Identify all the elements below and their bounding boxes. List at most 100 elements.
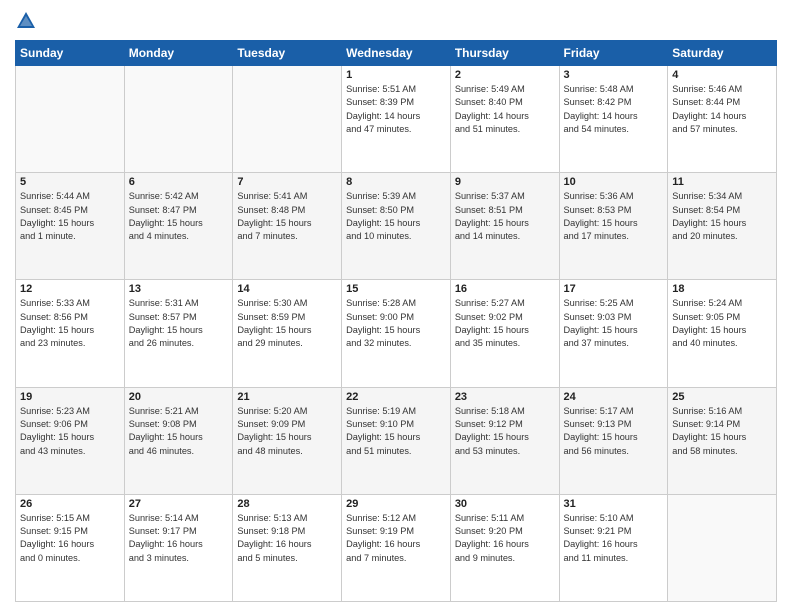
day-cell: 30 Sunrise: 5:11 AMSunset: 9:20 PMDayligh… (450, 494, 559, 601)
day-cell: 15 Sunrise: 5:28 AMSunset: 9:00 PMDayligh… (342, 280, 451, 387)
weekday-header-saturday: Saturday (668, 41, 777, 66)
day-info: Sunrise: 5:48 AMSunset: 8:42 PMDaylight:… (564, 83, 664, 136)
day-cell: 2Sunrise: 5:49 AMSunset: 8:40 PMDaylight… (450, 66, 559, 173)
day-cell: 3 Sunrise: 5:48 AMSunset: 8:42 PMDaylight… (559, 66, 668, 173)
weekday-header-row: SundayMondayTuesdayWednesdayThursdayFrid… (16, 41, 777, 66)
day-number: 13 (129, 283, 229, 295)
day-cell: 13Sunrise: 5:31 AMSunset: 8:57 PMDayligh… (124, 280, 233, 387)
day-info: Sunrise: 5:46 AMSunset: 8:44 PMDaylight:… (672, 83, 772, 136)
header (15, 10, 777, 32)
week-row-1: 5 Sunrise: 5:44 AMSunset: 8:45 PMDaylight… (16, 173, 777, 280)
day-info: Sunrise: 5:51 AMSunset: 8:39 PMDaylight:… (346, 83, 446, 136)
day-cell (124, 66, 233, 173)
day-info: Sunrise: 5:11 AMSunset: 9:20 PMDaylight:… (455, 512, 555, 565)
day-cell: 27Sunrise: 5:14 AMSunset: 9:17 PMDayligh… (124, 494, 233, 601)
day-cell: 17Sunrise: 5:25 AMSunset: 9:03 PMDayligh… (559, 280, 668, 387)
day-number: 9 (455, 176, 555, 188)
day-number: 5 (20, 176, 120, 188)
day-cell: 29 Sunrise: 5:12 AMSunset: 9:19 PMDayligh… (342, 494, 451, 601)
day-number: 29 (346, 498, 446, 510)
weekday-header-sunday: Sunday (16, 41, 125, 66)
day-info: Sunrise: 5:15 AMSunset: 9:15 PMDaylight:… (20, 512, 120, 565)
day-info: Sunrise: 5:44 AMSunset: 8:45 PMDaylight:… (20, 190, 120, 243)
day-info: Sunrise: 5:28 AMSunset: 9:00 PMDaylight:… (346, 297, 446, 350)
day-info: Sunrise: 5:34 AMSunset: 8:54 PMDaylight:… (672, 190, 772, 243)
day-cell: 10 Sunrise: 5:36 AMSunset: 8:53 PMDayligh… (559, 173, 668, 280)
day-number: 3 (564, 69, 664, 81)
day-cell: 24Sunrise: 5:17 AMSunset: 9:13 PMDayligh… (559, 387, 668, 494)
weekday-header-friday: Friday (559, 41, 668, 66)
day-cell: 26 Sunrise: 5:15 AMSunset: 9:15 PMDayligh… (16, 494, 125, 601)
day-info: Sunrise: 5:27 AMSunset: 9:02 PMDaylight:… (455, 297, 555, 350)
day-number: 8 (346, 176, 446, 188)
day-number: 30 (455, 498, 555, 510)
logo (15, 10, 41, 32)
day-cell: 25 Sunrise: 5:16 AMSunset: 9:14 PMDayligh… (668, 387, 777, 494)
day-cell (233, 66, 342, 173)
day-info: Sunrise: 5:16 AMSunset: 9:14 PMDaylight:… (672, 405, 772, 458)
week-row-2: 12 Sunrise: 5:33 AMSunset: 8:56 PMDayligh… (16, 280, 777, 387)
day-cell: 23 Sunrise: 5:18 AMSunset: 9:12 PMDayligh… (450, 387, 559, 494)
day-info: Sunrise: 5:13 AMSunset: 9:18 PMDaylight:… (237, 512, 337, 565)
day-cell: 21 Sunrise: 5:20 AMSunset: 9:09 PMDayligh… (233, 387, 342, 494)
day-number: 1 (346, 69, 446, 81)
day-info: Sunrise: 5:39 AMSunset: 8:50 PMDaylight:… (346, 190, 446, 243)
day-number: 15 (346, 283, 446, 295)
day-cell: 1 Sunrise: 5:51 AMSunset: 8:39 PMDaylight… (342, 66, 451, 173)
day-number: 22 (346, 391, 446, 403)
day-number: 7 (237, 176, 337, 188)
day-cell: 18 Sunrise: 5:24 AMSunset: 9:05 PMDayligh… (668, 280, 777, 387)
day-info: Sunrise: 5:37 AMSunset: 8:51 PMDaylight:… (455, 190, 555, 243)
weekday-header-tuesday: Tuesday (233, 41, 342, 66)
day-info: Sunrise: 5:12 AMSunset: 9:19 PMDaylight:… (346, 512, 446, 565)
day-number: 14 (237, 283, 337, 295)
day-number: 31 (564, 498, 664, 510)
day-cell: 16 Sunrise: 5:27 AMSunset: 9:02 PMDayligh… (450, 280, 559, 387)
day-number: 19 (20, 391, 120, 403)
weekday-header-monday: Monday (124, 41, 233, 66)
day-cell: 7 Sunrise: 5:41 AMSunset: 8:48 PMDaylight… (233, 173, 342, 280)
day-info: Sunrise: 5:19 AMSunset: 9:10 PMDaylight:… (346, 405, 446, 458)
week-row-3: 19 Sunrise: 5:23 AMSunset: 9:06 PMDayligh… (16, 387, 777, 494)
day-number: 11 (672, 176, 772, 188)
day-number: 28 (237, 498, 337, 510)
day-number: 6 (129, 176, 229, 188)
day-cell: 12 Sunrise: 5:33 AMSunset: 8:56 PMDayligh… (16, 280, 125, 387)
day-info: Sunrise: 5:23 AMSunset: 9:06 PMDaylight:… (20, 405, 120, 458)
day-info: Sunrise: 5:17 AMSunset: 9:13 PMDaylight:… (564, 405, 664, 458)
day-cell: 6 Sunrise: 5:42 AMSunset: 8:47 PMDaylight… (124, 173, 233, 280)
day-number: 23 (455, 391, 555, 403)
day-number: 10 (564, 176, 664, 188)
week-row-4: 26 Sunrise: 5:15 AMSunset: 9:15 PMDayligh… (16, 494, 777, 601)
day-cell: 9 Sunrise: 5:37 AMSunset: 8:51 PMDaylight… (450, 173, 559, 280)
day-cell: 20 Sunrise: 5:21 AMSunset: 9:08 PMDayligh… (124, 387, 233, 494)
day-info: Sunrise: 5:41 AMSunset: 8:48 PMDaylight:… (237, 190, 337, 243)
day-info: Sunrise: 5:33 AMSunset: 8:56 PMDaylight:… (20, 297, 120, 350)
day-info: Sunrise: 5:36 AMSunset: 8:53 PMDaylight:… (564, 190, 664, 243)
day-info: Sunrise: 5:30 AMSunset: 8:59 PMDaylight:… (237, 297, 337, 350)
day-cell: 28 Sunrise: 5:13 AMSunset: 9:18 PMDayligh… (233, 494, 342, 601)
day-info: Sunrise: 5:42 AMSunset: 8:47 PMDaylight:… (129, 190, 229, 243)
day-info: Sunrise: 5:20 AMSunset: 9:09 PMDaylight:… (237, 405, 337, 458)
page: SundayMondayTuesdayWednesdayThursdayFrid… (0, 0, 792, 612)
day-cell (16, 66, 125, 173)
day-number: 12 (20, 283, 120, 295)
weekday-header-thursday: Thursday (450, 41, 559, 66)
day-cell: 8 Sunrise: 5:39 AMSunset: 8:50 PMDaylight… (342, 173, 451, 280)
day-cell (668, 494, 777, 601)
day-info: Sunrise: 5:49 AMSunset: 8:40 PMDaylight:… (455, 83, 555, 136)
day-number: 21 (237, 391, 337, 403)
day-cell: 11 Sunrise: 5:34 AMSunset: 8:54 PMDayligh… (668, 173, 777, 280)
day-info: Sunrise: 5:21 AMSunset: 9:08 PMDaylight:… (129, 405, 229, 458)
day-number: 16 (455, 283, 555, 295)
calendar-table: SundayMondayTuesdayWednesdayThursdayFrid… (15, 40, 777, 602)
day-number: 18 (672, 283, 772, 295)
day-info: Sunrise: 5:24 AMSunset: 9:05 PMDaylight:… (672, 297, 772, 350)
day-cell: 4Sunrise: 5:46 AMSunset: 8:44 PMDaylight… (668, 66, 777, 173)
day-number: 26 (20, 498, 120, 510)
day-info: Sunrise: 5:10 AMSunset: 9:21 PMDaylight:… (564, 512, 664, 565)
day-number: 20 (129, 391, 229, 403)
day-number: 25 (672, 391, 772, 403)
day-cell: 31 Sunrise: 5:10 AMSunset: 9:21 PMDayligh… (559, 494, 668, 601)
day-info: Sunrise: 5:18 AMSunset: 9:12 PMDaylight:… (455, 405, 555, 458)
